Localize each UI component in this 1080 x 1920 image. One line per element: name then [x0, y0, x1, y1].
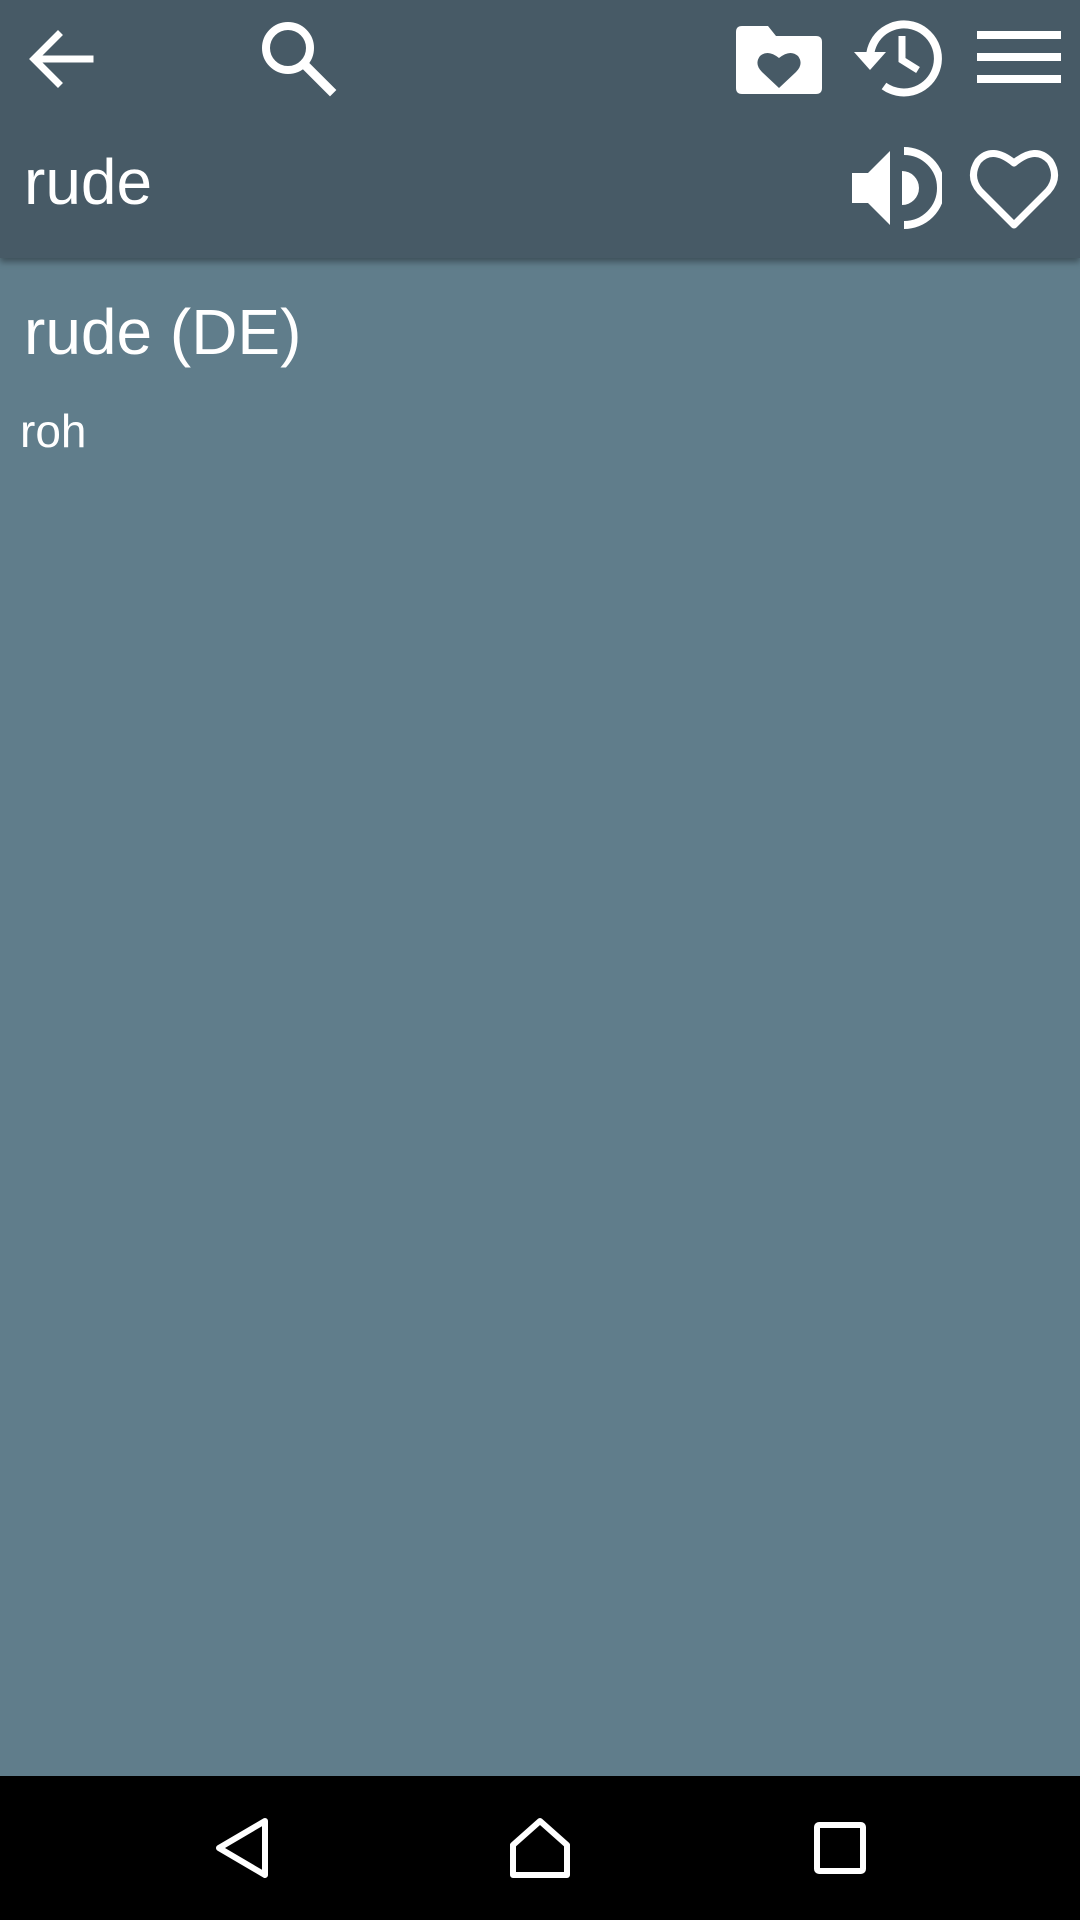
nav-home-icon: [510, 1818, 570, 1878]
back-arrow-icon: [29, 30, 94, 88]
history-button[interactable]: [848, 12, 948, 102]
nav-home-button[interactable]: [498, 1806, 582, 1890]
app-screen: rude rude (DE) roh: [0, 0, 1080, 1920]
system-navigation-bar: [0, 1776, 1080, 1920]
favorites-folder-button[interactable]: [730, 16, 828, 100]
translation-text: roh: [20, 405, 87, 457]
pronounce-button[interactable]: [846, 140, 942, 236]
back-button[interactable]: [14, 14, 106, 100]
add-favorite-button[interactable]: [964, 140, 1064, 236]
search-icon: [262, 22, 337, 97]
search-button[interactable]: [250, 12, 344, 102]
nav-back-icon: [216, 1818, 268, 1878]
entry-heading: rude (DE): [24, 296, 302, 368]
favorites-folder-icon: [736, 26, 822, 94]
dictionary-entry: rude (DE) roh: [0, 262, 1080, 1776]
speaker-icon: [852, 147, 942, 229]
nav-back-button[interactable]: [200, 1806, 284, 1890]
word-title: rude: [24, 146, 153, 218]
app-header: rude: [0, 0, 1080, 258]
menu-icon: [977, 31, 1061, 83]
heart-outline-icon: [970, 150, 1058, 229]
nav-recents-icon: [814, 1822, 866, 1874]
history-icon: [854, 20, 942, 97]
nav-recents-button[interactable]: [798, 1806, 882, 1890]
menu-button[interactable]: [970, 18, 1068, 96]
